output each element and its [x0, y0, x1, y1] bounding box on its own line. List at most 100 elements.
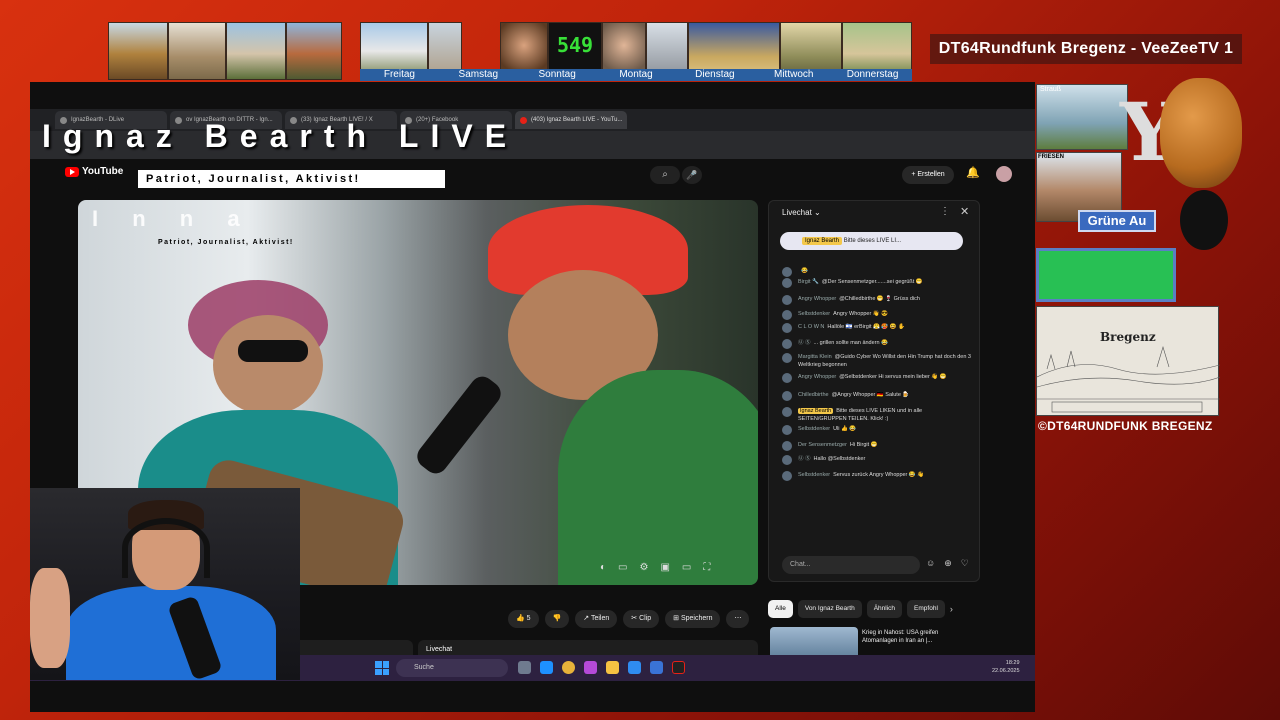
notifications-bell-icon[interactable]: 🔔: [966, 166, 980, 179]
town-thumbnail: [108, 22, 168, 80]
chat-author: Der Sensenmetzger: [798, 442, 847, 448]
app-icon[interactable]: [584, 661, 597, 674]
taskbar-clock[interactable]: 18:29 22.06.2025: [992, 659, 1020, 675]
autoplay-toggle-icon[interactable]: ◐: [600, 562, 606, 573]
youtube-logo[interactable]: YouTube: [65, 166, 123, 177]
chat-input[interactable]: Chat...: [782, 556, 920, 574]
emoji-icon[interactable]: ☺: [926, 558, 935, 569]
chip-all[interactable]: Alle: [768, 600, 793, 618]
chip-from-channel[interactable]: Von Ignaz Bearth: [797, 600, 862, 618]
town-thumbnail: [286, 22, 342, 80]
chip-recommended[interactable]: Empfohl: [907, 600, 945, 618]
weekday-label: Freitag: [383, 69, 415, 80]
chat-text: 😂: [801, 268, 808, 274]
chat-author: Angry Whopper: [798, 374, 837, 380]
chat-message[interactable]: Selbstdenker Servus zurück Angry Whopper …: [782, 471, 972, 481]
browser-icon[interactable]: [628, 661, 641, 674]
headphones-shape: [122, 518, 210, 578]
chevron-right-icon[interactable]: ›: [950, 600, 953, 618]
chrome-icon[interactable]: [562, 661, 575, 674]
engraving-caption: Bregenz: [1100, 330, 1156, 344]
town-image: [1036, 84, 1128, 150]
chat-author: Ⓤ Ⓢ: [798, 340, 811, 346]
chat-author: Ⓤ Ⓢ: [798, 456, 811, 462]
share-button[interactable]: ↗ Teilen: [575, 610, 618, 628]
browser-tab-active[interactable]: (403) Ignaz Bearth LIVE - YouTu...: [515, 111, 627, 129]
store-icon[interactable]: [650, 661, 663, 674]
chat-message[interactable]: Der Sensenmetzger Hi Birgit 😁: [782, 441, 972, 451]
chat-author: Selbstdenker: [798, 311, 831, 317]
chat-text: @Der Sensenmetzger.......sei gegrüßt 😁: [821, 279, 923, 285]
recommended-video-title[interactable]: Krieg in Nahost: USA greifen Atomanlagen…: [862, 629, 962, 645]
face-shape: [213, 315, 323, 415]
chip-similar[interactable]: Ähnlich: [866, 600, 903, 618]
obs-icon[interactable]: [672, 661, 685, 674]
livechat-title[interactable]: Livechat ⌄: [782, 208, 821, 217]
copyright-label: ©DT64RUNDFUNK BREGENZ: [1038, 419, 1213, 433]
clock-time: 18:29: [1005, 660, 1020, 666]
like-button[interactable]: 👍 5: [508, 610, 539, 628]
edge-icon[interactable]: [540, 661, 553, 674]
person-body: [66, 586, 276, 680]
account-avatar[interactable]: [996, 166, 1012, 182]
webcam-feed: [30, 488, 300, 680]
close-icon[interactable]: ✕: [960, 205, 969, 218]
theater-mode-icon[interactable]: ▭: [682, 562, 691, 573]
chat-message[interactable]: Selbstdenker Angry Whopper 👋 😎: [782, 310, 972, 320]
chat-input-icons: ☺ ⊕ ♡: [926, 558, 969, 569]
task-view-icon[interactable]: [518, 661, 531, 674]
search-icon[interactable]: ⌕: [650, 166, 680, 184]
chat-message[interactable]: Chilledbirthe @Angry Whopper 🇩🇪 Salute 🍺: [782, 391, 972, 401]
windows-start-icon[interactable]: [375, 661, 389, 675]
town-thumbnail: [168, 22, 226, 80]
recommendation-chips: Alle Von Ignaz Bearth Ähnlich Empfohl ›: [768, 600, 953, 618]
chat-author: Ignaz Bearth: [798, 408, 834, 414]
chat-message[interactable]: C L O W N Hallöle 🇮🇱 erBirgit 😤 🥵 😆 ✋: [782, 323, 972, 333]
clock-date: 22.06.2025: [992, 668, 1020, 674]
chat-message[interactable]: Ignaz Bearth Bitte dieses LIVE LIKEN und …: [782, 407, 972, 423]
chat-message[interactable]: Angry Whopper @Selbstdenker Hi servus mei…: [782, 373, 972, 383]
green-screen-box: [1036, 248, 1176, 302]
chat-text: @Selbstdenker Hi servus mein lieber 👋 😁: [839, 374, 947, 380]
fullscreen-icon[interactable]: ⛶: [703, 562, 710, 573]
chat-message[interactable]: Birgit 🔧 @Der Sensenmetzger.......sei geg…: [782, 278, 972, 288]
video-overlay-subtitle: Patriot, Journalist, Aktivist!: [158, 239, 294, 246]
chat-author: C L O W N: [798, 324, 825, 330]
file-explorer-icon[interactable]: [606, 661, 619, 674]
chat-author: Chilledbirthe: [798, 392, 829, 398]
chat-message[interactable]: Angry Whopper @Chilledbirthe 😁 🍷 Grüss di…: [782, 295, 972, 305]
more-vertical-icon[interactable]: ⋮: [940, 206, 950, 217]
dislike-button[interactable]: 👎: [544, 610, 570, 628]
hand-shape: [30, 568, 70, 668]
subtitles-icon[interactable]: ▭: [618, 562, 627, 573]
chat-text: Hallöle 🇮🇱 erBirgit 😤 🥵 😆 ✋: [827, 324, 906, 330]
town-label: Strauß: [1040, 86, 1062, 93]
weekday-label: Sonntag: [538, 69, 576, 80]
settings-gear-icon[interactable]: ⚙: [640, 562, 649, 573]
clip-button[interactable]: ✂ Clip: [623, 610, 660, 628]
taskbar-search[interactable]: Suche: [396, 659, 508, 677]
gruene-au-label: Grüne Au: [1078, 210, 1156, 232]
livechat-title-text: Livechat: [782, 208, 812, 217]
character-shadow: [1180, 190, 1228, 250]
heart-icon[interactable]: ♡: [961, 558, 969, 569]
chat-message[interactable]: Ⓤ Ⓢ Hallo @Selbstdenker: [782, 455, 972, 465]
weekday-label: Samstag: [458, 69, 499, 80]
more-actions-button[interactable]: ⋯: [726, 610, 750, 628]
engraving-lines: [1036, 345, 1221, 413]
chat-author: Margitta Klein: [798, 354, 832, 360]
mic-icon[interactable]: 🎤: [682, 166, 702, 184]
chat-message[interactable]: Margitta Klein @Guido Cyber Wo Willst den…: [782, 353, 972, 369]
create-button[interactable]: + Erstellen: [902, 166, 954, 184]
chat-message[interactable]: 😂: [782, 267, 972, 277]
miniplayer-icon[interactable]: ▣: [660, 562, 669, 573]
add-icon[interactable]: ⊕: [944, 558, 952, 569]
chat-message[interactable]: Selbstdenker Uli 👍 😂: [782, 425, 972, 435]
weekday-bar: Freitag Samstag Sonntag Montag Dienstag …: [360, 69, 912, 81]
chat-message[interactable]: Ⓤ Ⓢ... grillen sollte man ändern 😂: [782, 339, 972, 349]
stream-overlay-tagline: Patriot, Journalist, Aktivist!: [138, 170, 445, 188]
pinned-message[interactable]: Ignaz Bearth Bitte dieses LIVE LI...: [780, 232, 963, 250]
chat-text: Uli 👍 😂: [833, 426, 857, 432]
save-button[interactable]: ⊞ Speichern: [665, 610, 721, 628]
weekday-label: Donnerstag: [846, 69, 899, 80]
